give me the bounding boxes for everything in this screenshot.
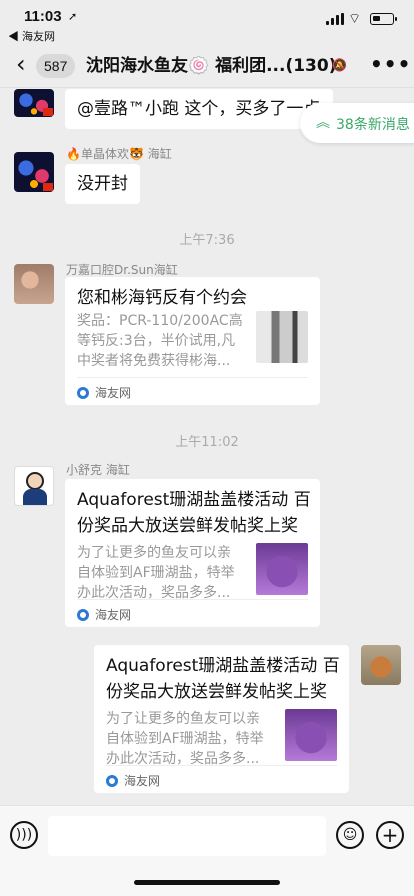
sender-name: 小舒克 海缸 (66, 463, 130, 477)
new-messages-label: 38条新消息 (336, 117, 410, 133)
card-source: 海友网 (95, 608, 132, 622)
back-to-app-link[interactable]: ◀ 海友网 (8, 28, 55, 44)
card-description: 为了让更多的鱼友可以亲 (106, 711, 260, 727)
message-bubble[interactable]: @壹路™小跑 这个，买多了一点 (65, 89, 333, 129)
chat-title: 沈阳海水鱼友🍥 福利团...(130) (86, 56, 336, 76)
message-text: 没开封 (77, 174, 128, 194)
avatar[interactable] (14, 466, 54, 506)
card-title: Aquaforest珊湖盐盖楼活动 百 (77, 490, 311, 510)
card-description: 自体验到AF珊湖盐，特举 (77, 565, 235, 581)
sender-name: 万嘉口腔Dr.Sun海缸 (66, 263, 178, 277)
chat-header: ‹ 587 沈阳海水鱼友🍥 福利团...(130) 🔕 ••• (0, 44, 414, 88)
source-logo-icon (77, 609, 89, 621)
message-input[interactable] (48, 816, 326, 856)
card-thumbnail (256, 543, 308, 595)
voice-icon[interactable]: ))) (10, 821, 38, 849)
card-footer: 海友网 (77, 377, 308, 405)
avatar[interactable] (14, 152, 54, 192)
more-options-icon[interactable]: ••• (370, 52, 411, 76)
new-messages-button[interactable]: ︽ 38条新消息 (300, 103, 414, 143)
clock: 11:03 (24, 8, 62, 25)
card-thumbnail (285, 709, 337, 761)
avatar[interactable] (14, 264, 54, 304)
timestamp: 上午7:36 (179, 233, 235, 248)
location-arrow-icon: ➚ (68, 10, 78, 23)
battery-icon (370, 13, 397, 25)
timestamp: 上午11:02 (175, 435, 239, 450)
card-description: 为了让更多的鱼友可以亲 (77, 545, 231, 561)
avatar[interactable] (14, 89, 54, 117)
card-title: 您和彬海钙反有个约会 (77, 288, 247, 308)
signal-icon (326, 13, 344, 25)
message-text: @壹路™小跑 这个，买多了一点 (77, 99, 321, 119)
card-description: 等钙反:3台，半价试用,凡 (77, 333, 236, 349)
plus-icon[interactable]: + (376, 821, 404, 849)
card-thumbnail (256, 311, 308, 363)
source-logo-icon (106, 775, 118, 787)
card-title: 份奖品大放送尝鲜发帖奖上奖 (77, 516, 298, 536)
wifi-icon: ⌔ (348, 11, 362, 27)
emoji-icon[interactable]: ☺ (336, 821, 364, 849)
card-source: 海友网 (124, 774, 161, 788)
mute-icon: 🔕 (332, 58, 347, 72)
card-source: 海友网 (95, 386, 132, 400)
link-card-outgoing[interactable]: Aquaforest珊湖盐盖楼活动 百 份奖品大放送尝鲜发帖奖上奖 为了让更多的… (94, 645, 349, 793)
sender-name: 🔥单晶体欢🐯 海缸 (66, 147, 172, 161)
message-bubble[interactable]: 没开封 (65, 164, 140, 204)
my-avatar[interactable] (361, 645, 401, 685)
card-title: Aquaforest珊湖盐盖楼活动 百 (106, 656, 340, 676)
card-footer: 海友网 (106, 765, 337, 793)
source-logo-icon (77, 387, 89, 399)
message-list[interactable]: @壹路™小跑 这个，买多了一点 🔥单晶体欢🐯 海缸 没开封 上午7:36 万嘉口… (0, 89, 414, 804)
card-description: 中奖者将免费获得彬海... (77, 353, 231, 369)
status-bar: 11:03 ➚ ◀ 海友网 ⌔ (0, 0, 414, 44)
link-card[interactable]: Aquaforest珊湖盐盖楼活动 百 份奖品大放送尝鲜发帖奖上奖 为了让更多的… (65, 479, 320, 627)
card-description: 奖品：PCR-110/200AC高 (77, 313, 243, 329)
card-description: 自体验到AF珊湖盐，特举 (106, 731, 264, 747)
back-icon[interactable]: ‹ (16, 52, 26, 76)
card-title: 份奖品大放送尝鲜发帖奖上奖 (106, 682, 327, 702)
home-indicator (134, 880, 280, 885)
link-card[interactable]: 您和彬海钙反有个约会 奖品：PCR-110/200AC高 等钙反:3台，半价试用… (65, 277, 320, 405)
double-chevron-up-icon: ︽ (316, 115, 330, 131)
card-footer: 海友网 (77, 599, 308, 627)
unread-count-badge[interactable]: 587 (36, 54, 76, 78)
